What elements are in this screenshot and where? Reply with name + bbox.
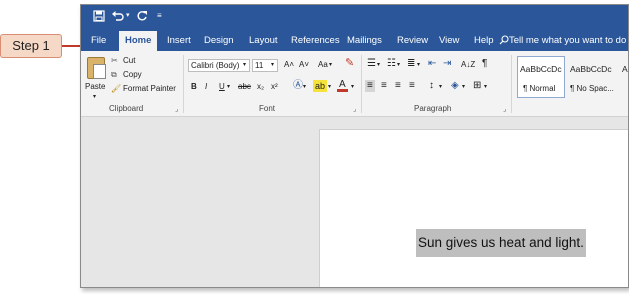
style-normal[interactable]: AaBbCcDc ¶ Normal — [517, 56, 565, 98]
copy-icon: ⧉ — [111, 70, 117, 79]
tab-design[interactable]: Design — [198, 31, 240, 51]
font-name-select[interactable]: Calibri (Body) — [188, 59, 250, 72]
tutorial-screenshot: Step 1 ▾ ≡ File Home Insert Design Layou… — [0, 0, 629, 294]
change-case-button[interactable]: Aa — [316, 59, 330, 71]
step-callout: Step 1 — [0, 34, 62, 58]
lightbulb-search-icon — [499, 35, 509, 45]
style-heading[interactable]: A — [619, 56, 628, 98]
underline-dropdown-icon: ▾ — [227, 84, 231, 90]
multilevel-list-icon[interactable]: ≣ — [405, 58, 417, 70]
undo-dropdown-icon[interactable]: ▾ — [126, 8, 130, 24]
tab-layout[interactable]: Layout — [243, 31, 284, 51]
group-separator — [361, 55, 362, 113]
cut-icon: ✂ — [111, 56, 118, 65]
tab-view[interactable]: View — [433, 31, 465, 51]
style-heading-sample: A — [622, 64, 628, 74]
show-formatting-button[interactable]: ¶ — [480, 58, 489, 70]
save-icon[interactable] — [93, 8, 105, 24]
clipboard-launcher-icon[interactable]: ⌟ — [175, 105, 178, 113]
paste-dropdown-icon[interactable]: ▾ — [93, 91, 96, 103]
grow-font-button[interactable]: A˄ — [282, 59, 296, 71]
decrease-indent-icon[interactable]: ⇤ — [426, 58, 438, 70]
font-launcher-icon[interactable]: ⌟ — [353, 105, 356, 113]
highlight-color-icon[interactable]: ab — [313, 80, 328, 92]
paste-icon[interactable] — [87, 57, 106, 79]
clear-formatting-icon[interactable]: ✎ — [343, 57, 356, 69]
ribbon-tabs: File Home Insert Design Layout Reference… — [81, 27, 628, 51]
line-spacing-icon[interactable]: ↕ — [427, 80, 436, 92]
tell-me-search[interactable]: Tell me what you want to do — [509, 31, 626, 51]
clipboard-group-label: Clipboard — [109, 104, 144, 113]
italic-button[interactable]: I — [203, 81, 209, 93]
style-no-spacing[interactable]: AaBbCcDc ¶ No Spac... — [567, 56, 617, 98]
selected-text[interactable]: Sun gives us heat and light. — [416, 229, 586, 257]
bullets-dropdown-icon: ▾ — [377, 62, 381, 68]
subscript-button[interactable]: x₂ — [255, 81, 266, 93]
group-separator — [511, 55, 512, 113]
style-no-spacing-sample: AaBbCcDc — [570, 64, 612, 74]
paragraph-group-label: Paragraph — [414, 104, 452, 113]
group-separator — [183, 55, 184, 113]
customize-icon[interactable]: ≡ — [157, 8, 162, 24]
cut-button[interactable]: Cut — [123, 55, 135, 67]
font-size-select[interactable]: 11 — [252, 59, 278, 72]
borders-dropdown-icon: ▾ — [484, 84, 488, 90]
multilevel-dropdown-icon: ▾ — [417, 62, 421, 68]
style-normal-sample: AaBbCcDc — [520, 64, 562, 74]
tab-review[interactable]: Review — [391, 31, 434, 51]
line-spacing-dropdown-icon: ▾ — [439, 84, 443, 90]
format-painter-icon: 🖌 — [111, 84, 122, 93]
borders-icon[interactable]: ⊞ — [471, 80, 483, 92]
change-case-dropdown-icon: ▾ — [329, 62, 333, 68]
tab-home[interactable]: Home — [119, 31, 158, 51]
underline-button[interactable]: U — [217, 81, 227, 93]
redo-icon[interactable] — [136, 8, 148, 24]
shading-icon[interactable]: ◈ — [449, 80, 461, 92]
document-page[interactable]: Sun gives us heat and light. — [319, 129, 628, 287]
font-size-dropdown-icon: ▾ — [271, 62, 275, 68]
align-left-icon[interactable]: ≡ — [365, 80, 375, 92]
font-color-button[interactable]: A — [337, 80, 348, 92]
shrink-font-button[interactable]: A˅ — [297, 59, 311, 71]
font-color-dropdown-icon: ▾ — [351, 84, 355, 90]
tab-file[interactable]: File — [85, 31, 112, 51]
bold-button[interactable]: B — [189, 81, 199, 93]
style-no-spacing-name: ¶ No Spac... — [570, 84, 614, 93]
format-painter-button[interactable]: Format Painter — [123, 83, 176, 95]
sort-button[interactable]: A↓Z — [459, 59, 477, 71]
increase-indent-icon[interactable]: ⇥ — [441, 58, 453, 70]
tab-mailings[interactable]: Mailings — [341, 31, 388, 51]
align-center-icon[interactable]: ≡ — [379, 80, 389, 92]
undo-icon[interactable] — [111, 8, 125, 24]
paragraph-launcher-icon[interactable]: ⌟ — [503, 105, 506, 113]
tab-help[interactable]: Help — [468, 31, 500, 51]
tab-insert[interactable]: Insert — [161, 31, 197, 51]
shading-dropdown-icon: ▾ — [462, 84, 466, 90]
ribbon-home: Paste ▾ ✂ Cut ⧉ Copy 🖌 Format Painter Cl… — [81, 51, 628, 117]
font-name-dropdown-icon: ▾ — [243, 62, 247, 68]
word-window: ▾ ≡ File Home Insert Design Layout Refer… — [80, 4, 629, 288]
highlight-dropdown-icon: ▾ — [328, 84, 332, 90]
text-effects-dropdown-icon: ▾ — [303, 84, 307, 90]
numbering-dropdown-icon: ▾ — [397, 62, 401, 68]
align-right-icon[interactable]: ≡ — [393, 80, 403, 92]
tab-references[interactable]: References — [285, 31, 346, 51]
strikethrough-button[interactable]: abc — [236, 81, 253, 93]
copy-button[interactable]: Copy — [123, 69, 142, 81]
superscript-button[interactable]: x² — [269, 81, 280, 93]
document-canvas: Sun gives us heat and light. — [81, 117, 628, 287]
justify-icon[interactable]: ≡ — [407, 80, 417, 92]
title-bar: ▾ ≡ — [81, 5, 628, 27]
font-group-label: Font — [259, 104, 276, 113]
style-normal-name: ¶ Normal — [523, 84, 556, 93]
